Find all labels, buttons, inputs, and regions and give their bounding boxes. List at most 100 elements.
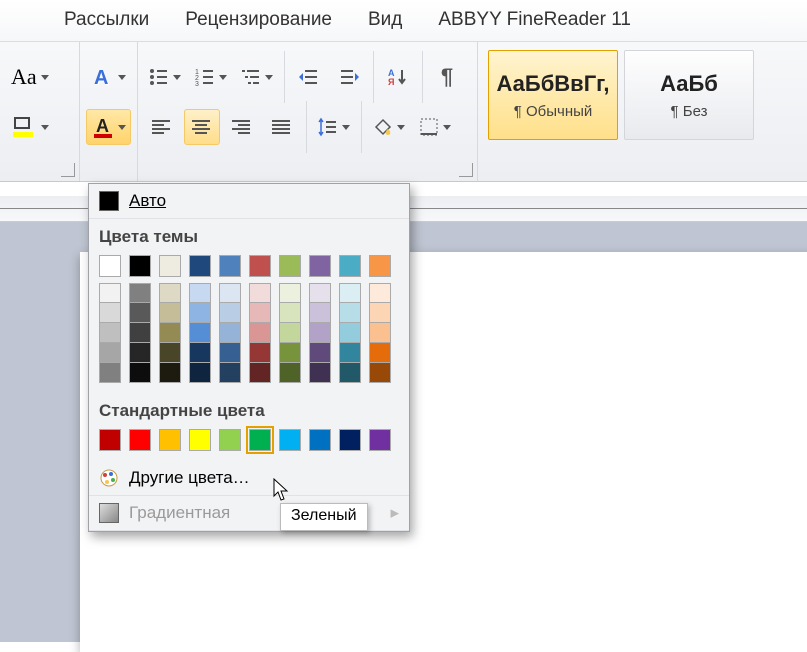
highlight-color-button[interactable]: [6, 109, 54, 145]
paragraph-group-launcher[interactable]: [459, 163, 473, 177]
theme-shade[interactable]: [99, 363, 121, 383]
theme-shade[interactable]: [219, 283, 241, 303]
standard-color[interactable]: [129, 429, 151, 451]
standard-color[interactable]: [189, 429, 211, 451]
theme-shade[interactable]: [339, 343, 361, 363]
theme-color[interactable]: [159, 255, 181, 277]
theme-shade[interactable]: [339, 323, 361, 343]
decrease-indent-button[interactable]: [291, 59, 327, 95]
theme-shade[interactable]: [129, 343, 151, 363]
standard-color[interactable]: [309, 429, 331, 451]
theme-shade[interactable]: [279, 343, 301, 363]
multilevel-list-button[interactable]: [236, 59, 278, 95]
theme-shade[interactable]: [249, 343, 271, 363]
line-spacing-button[interactable]: [313, 109, 355, 145]
theme-shade[interactable]: [159, 303, 181, 323]
theme-color[interactable]: [99, 255, 121, 277]
theme-shade[interactable]: [369, 363, 391, 383]
color-auto[interactable]: Авто: [89, 184, 409, 219]
align-center-button[interactable]: [184, 109, 220, 145]
theme-shade[interactable]: [99, 323, 121, 343]
theme-shade[interactable]: [189, 323, 211, 343]
theme-shade[interactable]: [159, 323, 181, 343]
theme-shade[interactable]: [249, 323, 271, 343]
theme-color[interactable]: [279, 255, 301, 277]
theme-shade[interactable]: [99, 343, 121, 363]
theme-shade[interactable]: [249, 283, 271, 303]
theme-shade[interactable]: [129, 283, 151, 303]
standard-color[interactable]: [219, 429, 241, 451]
theme-shade[interactable]: [99, 303, 121, 323]
increase-indent-button[interactable]: [331, 59, 367, 95]
theme-shade[interactable]: [129, 323, 151, 343]
theme-shade[interactable]: [189, 363, 211, 383]
theme-shade[interactable]: [219, 303, 241, 323]
theme-shade[interactable]: [339, 363, 361, 383]
bullets-button[interactable]: [144, 59, 186, 95]
tab-mailings[interactable]: Рассылки: [60, 3, 153, 41]
document-text-1[interactable]: W: [680, 352, 807, 397]
theme-shade[interactable]: [369, 303, 391, 323]
theme-shade[interactable]: [219, 343, 241, 363]
theme-shade[interactable]: [309, 363, 331, 383]
theme-shade[interactable]: [189, 343, 211, 363]
theme-shade[interactable]: [249, 303, 271, 323]
theme-shade[interactable]: [339, 303, 361, 323]
tab-view[interactable]: Вид: [364, 3, 406, 41]
theme-shade[interactable]: [159, 363, 181, 383]
theme-shade[interactable]: [309, 323, 331, 343]
theme-shade[interactable]: [219, 363, 241, 383]
theme-shade[interactable]: [309, 303, 331, 323]
standard-color[interactable]: [369, 429, 391, 451]
text-effects-button[interactable]: A: [86, 59, 131, 95]
theme-color[interactable]: [219, 255, 241, 277]
align-left-button[interactable]: [144, 109, 180, 145]
theme-shade[interactable]: [369, 343, 391, 363]
shading-button[interactable]: [368, 109, 410, 145]
theme-shade[interactable]: [279, 303, 301, 323]
show-marks-button[interactable]: ¶: [429, 59, 465, 95]
change-case-button[interactable]: Aa: [6, 59, 54, 95]
theme-shade[interactable]: [99, 283, 121, 303]
theme-shade[interactable]: [369, 283, 391, 303]
borders-button[interactable]: [414, 109, 456, 145]
document-text-2[interactable]: Редактир: [680, 397, 807, 439]
style-normal[interactable]: АаБбВвГг, ¶ Обычный: [488, 50, 618, 140]
font-group-launcher[interactable]: [61, 163, 75, 177]
tab-review[interactable]: Рецензирование: [181, 3, 336, 41]
theme-color[interactable]: [249, 255, 271, 277]
font-color-button[interactable]: A: [86, 109, 131, 145]
theme-shade[interactable]: [279, 323, 301, 343]
theme-color[interactable]: [129, 255, 151, 277]
theme-color[interactable]: [189, 255, 211, 277]
theme-shade[interactable]: [369, 323, 391, 343]
standard-color[interactable]: [279, 429, 301, 451]
theme-shade[interactable]: [219, 323, 241, 343]
standard-color[interactable]: [339, 429, 361, 451]
theme-shade[interactable]: [279, 363, 301, 383]
theme-color[interactable]: [369, 255, 391, 277]
theme-shade[interactable]: [189, 303, 211, 323]
standard-color[interactable]: [99, 429, 121, 451]
more-colors[interactable]: Другие цвета…: [89, 461, 409, 496]
theme-color[interactable]: [309, 255, 331, 277]
standard-color[interactable]: [249, 429, 271, 451]
style-nospacing[interactable]: АаБб ¶ Без: [624, 50, 754, 140]
theme-shade[interactable]: [279, 283, 301, 303]
theme-shade[interactable]: [339, 283, 361, 303]
align-right-button[interactable]: [224, 109, 260, 145]
tab-abbyy[interactable]: ABBYY FineReader 11: [434, 3, 635, 41]
theme-shade[interactable]: [309, 343, 331, 363]
theme-shade[interactable]: [159, 343, 181, 363]
theme-shade[interactable]: [129, 303, 151, 323]
theme-shade[interactable]: [189, 283, 211, 303]
theme-shade[interactable]: [249, 363, 271, 383]
sort-button[interactable]: АЯ: [380, 59, 416, 95]
standard-color[interactable]: [159, 429, 181, 451]
theme-shade[interactable]: [129, 363, 151, 383]
justify-button[interactable]: [264, 109, 300, 145]
numbering-button[interactable]: 123: [190, 59, 232, 95]
theme-shade[interactable]: [309, 283, 331, 303]
theme-color[interactable]: [339, 255, 361, 277]
theme-shade[interactable]: [159, 283, 181, 303]
